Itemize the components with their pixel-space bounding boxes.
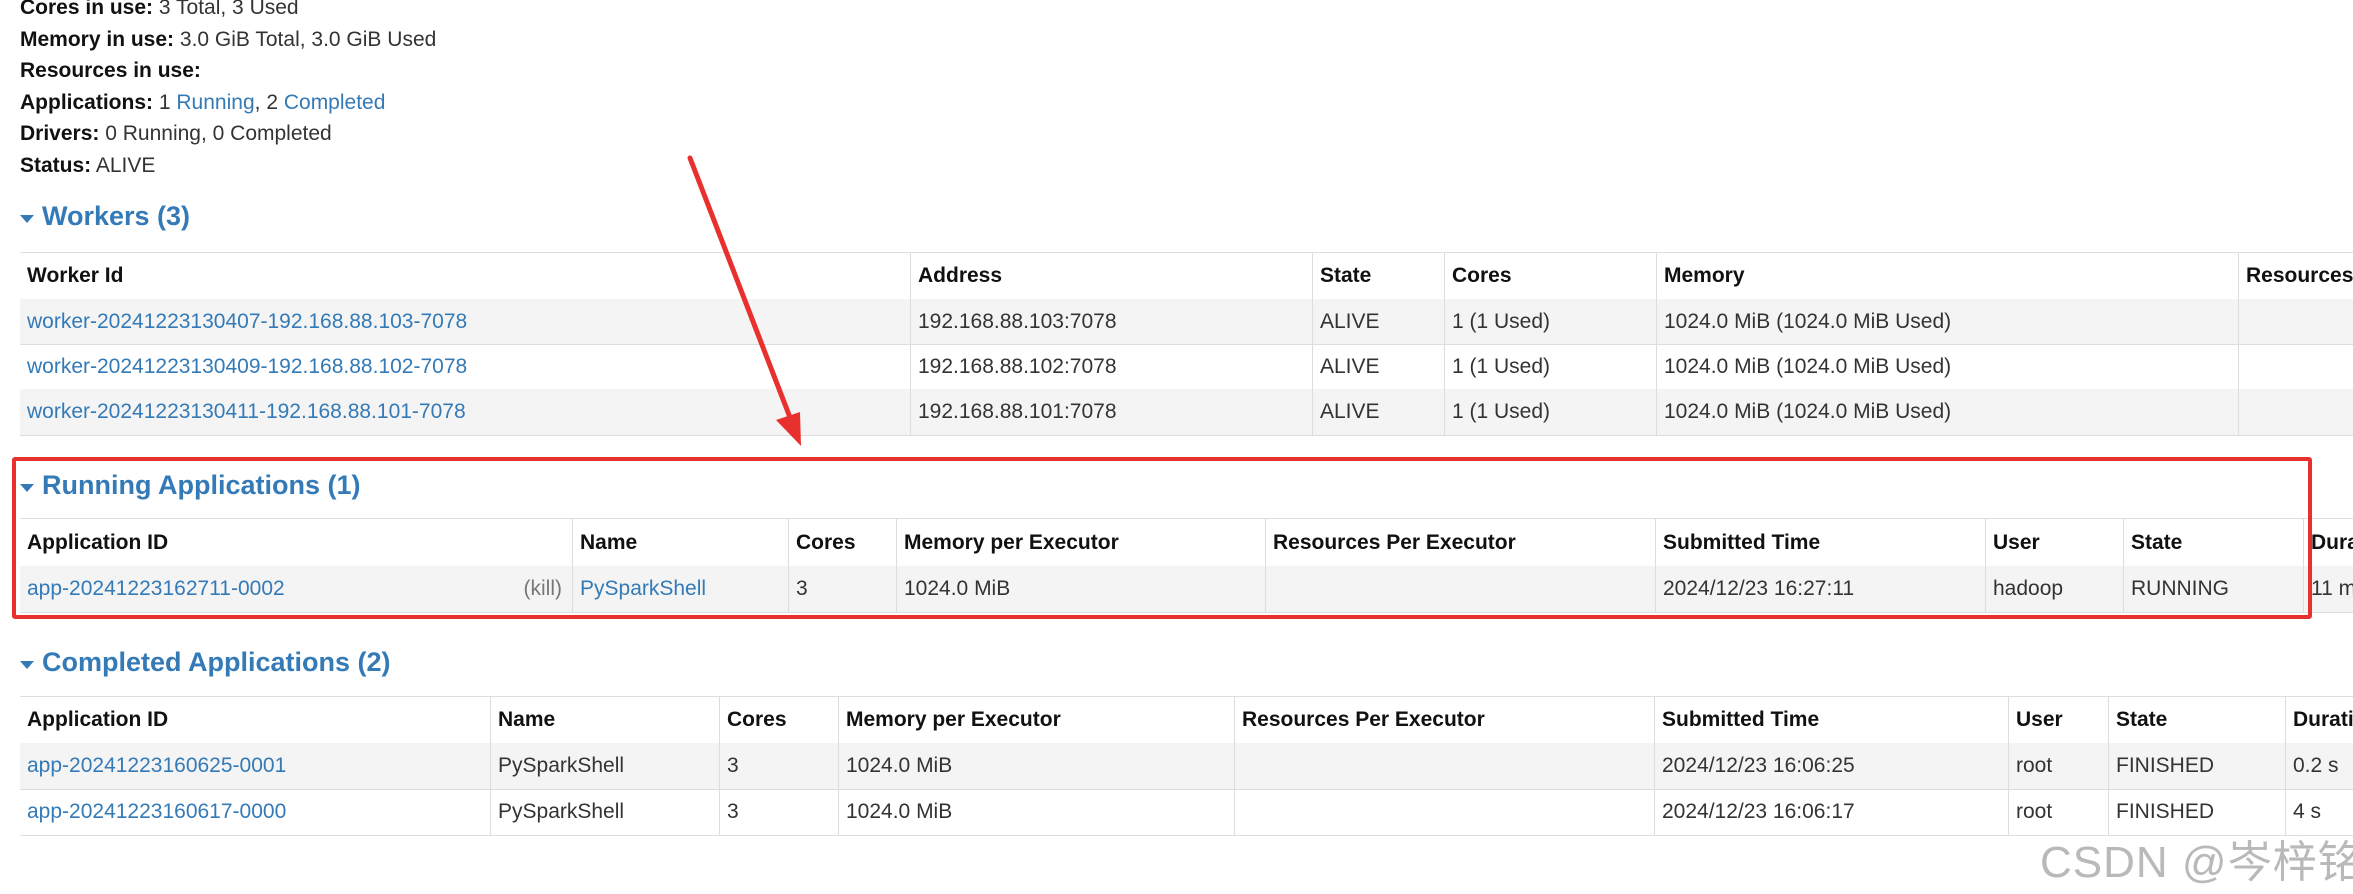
annotation-arrow-icon [687, 155, 801, 446]
csdn-watermark: CSDN @岑梓铭 [2040, 838, 2353, 887]
